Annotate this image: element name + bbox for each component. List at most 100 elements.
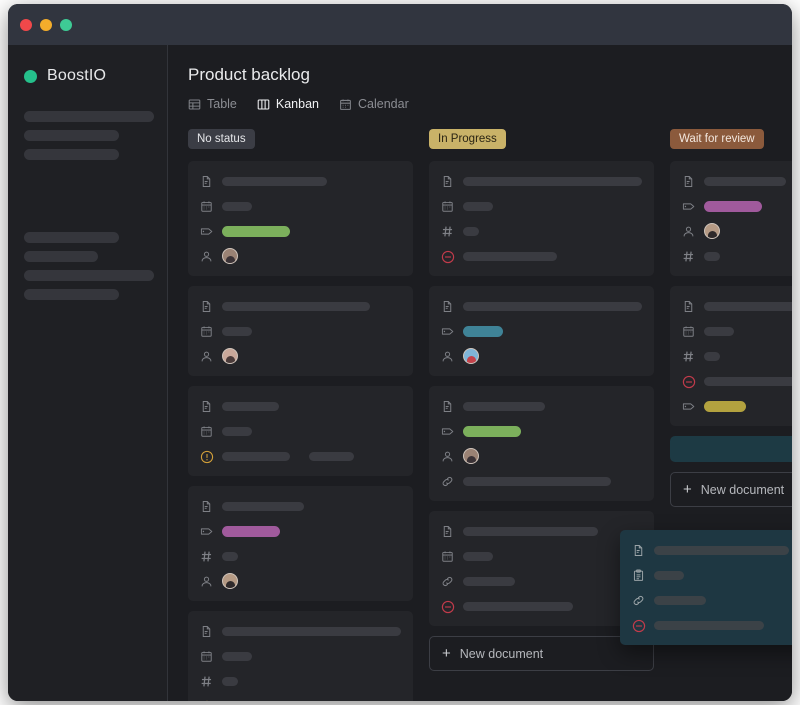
card-field-row xyxy=(632,591,792,609)
field-value-placeholder xyxy=(704,377,792,386)
window-titlebar xyxy=(8,4,792,45)
close-button[interactable] xyxy=(20,19,32,31)
person-icon xyxy=(200,350,213,363)
column-status-badge[interactable]: Wait for review xyxy=(670,129,764,149)
field-value-placeholder xyxy=(222,327,252,336)
avatar[interactable] xyxy=(463,448,479,464)
kanban-card[interactable] xyxy=(188,611,413,701)
card-field-row xyxy=(441,597,642,615)
field-value-placeholder xyxy=(463,477,611,486)
card-field-row xyxy=(200,197,401,215)
label-chip[interactable] xyxy=(704,401,746,412)
avatar[interactable] xyxy=(222,573,238,589)
kanban-column: No status+New document xyxy=(188,129,413,701)
plus-icon: + xyxy=(683,482,692,497)
minimize-button[interactable] xyxy=(40,19,52,31)
field-value-placeholder xyxy=(222,452,290,461)
document-icon xyxy=(441,525,454,538)
label-chip[interactable] xyxy=(704,201,762,212)
tag-icon xyxy=(441,425,454,438)
avatar[interactable] xyxy=(222,248,238,264)
kanban-card[interactable] xyxy=(188,386,413,476)
block-icon xyxy=(441,600,454,613)
column-status-badge[interactable]: In Progress xyxy=(429,129,506,149)
kanban-card[interactable] xyxy=(188,486,413,601)
field-value-placeholder xyxy=(463,602,573,611)
column-status-badge[interactable]: No status xyxy=(188,129,255,149)
sidebar-item-placeholder[interactable] xyxy=(24,270,154,281)
card-field-row xyxy=(682,222,792,240)
dragging-card[interactable] xyxy=(620,530,792,645)
calendar-icon xyxy=(682,325,695,338)
field-value-placeholder xyxy=(704,177,786,186)
label-chip[interactable] xyxy=(222,526,280,537)
sidebar-item-placeholder[interactable] xyxy=(24,111,154,122)
field-value-placeholder xyxy=(222,177,327,186)
calendar-icon xyxy=(441,550,454,563)
card-field-row xyxy=(200,347,401,365)
card-field-row xyxy=(200,697,401,701)
window-controls xyxy=(20,19,72,31)
calendar-icon xyxy=(200,650,213,663)
sidebar-item-placeholder[interactable] xyxy=(24,149,119,160)
card-field-row xyxy=(200,447,401,465)
sidebar-item-placeholder[interactable] xyxy=(24,232,119,243)
field-value-placeholder xyxy=(463,402,545,411)
card-field-row xyxy=(200,497,401,515)
tag-icon xyxy=(441,325,454,338)
card-drop-placeholder xyxy=(670,436,792,462)
label-chip[interactable] xyxy=(222,226,290,237)
card-field-row xyxy=(682,397,792,415)
tab-calendar[interactable]: Calendar xyxy=(339,97,409,111)
kanban-card[interactable] xyxy=(670,286,792,426)
sidebar-item-placeholder[interactable] xyxy=(24,251,98,262)
label-chip[interactable] xyxy=(463,426,521,437)
field-value-placeholder xyxy=(463,177,642,186)
kanban-card[interactable] xyxy=(670,161,792,276)
tag-icon xyxy=(682,400,695,413)
card-field-row xyxy=(682,322,792,340)
tab-calendar-label: Calendar xyxy=(358,97,409,111)
tag-icon xyxy=(200,525,213,538)
block-icon xyxy=(682,375,695,388)
warning-icon xyxy=(200,450,213,463)
tab-kanban[interactable]: Kanban xyxy=(257,97,319,111)
tab-table[interactable]: Table xyxy=(188,97,237,111)
kanban-card[interactable] xyxy=(188,286,413,376)
person-icon xyxy=(682,225,695,238)
tag-icon xyxy=(682,200,695,213)
label-chip[interactable] xyxy=(463,326,503,337)
person-icon xyxy=(441,450,454,463)
kanban-card[interactable] xyxy=(429,161,654,276)
field-value-placeholder xyxy=(654,596,706,605)
app-body: BoostIO Product backlog xyxy=(8,45,792,701)
field-value-placeholder xyxy=(463,227,479,236)
card-field-row xyxy=(441,447,642,465)
avatar[interactable] xyxy=(222,348,238,364)
sidebar-item-placeholder[interactable] xyxy=(24,130,119,141)
field-value-placeholder xyxy=(222,202,252,211)
avatar[interactable] xyxy=(463,348,479,364)
new-document-button[interactable]: +New document xyxy=(670,472,792,507)
kanban-column: Wait for review +New document xyxy=(670,129,792,507)
sidebar-spacer xyxy=(24,168,151,232)
field-value-placeholder xyxy=(704,327,734,336)
sidebar-item-placeholder[interactable] xyxy=(24,289,119,300)
hash-icon xyxy=(682,350,695,363)
card-field-row xyxy=(441,247,642,265)
document-icon xyxy=(200,300,213,313)
field-value-placeholder xyxy=(222,427,252,436)
document-icon xyxy=(200,400,213,413)
card-field-row xyxy=(682,172,792,190)
maximize-button[interactable] xyxy=(60,19,72,31)
kanban-card[interactable] xyxy=(429,386,654,501)
kanban-card[interactable] xyxy=(188,161,413,276)
document-icon xyxy=(441,175,454,188)
document-icon xyxy=(632,544,645,557)
link-icon xyxy=(441,475,454,488)
workspace-brand[interactable]: BoostIO xyxy=(24,67,151,85)
document-icon xyxy=(200,175,213,188)
card-field-row xyxy=(441,197,642,215)
kanban-card[interactable] xyxy=(429,286,654,376)
avatar[interactable] xyxy=(704,223,720,239)
